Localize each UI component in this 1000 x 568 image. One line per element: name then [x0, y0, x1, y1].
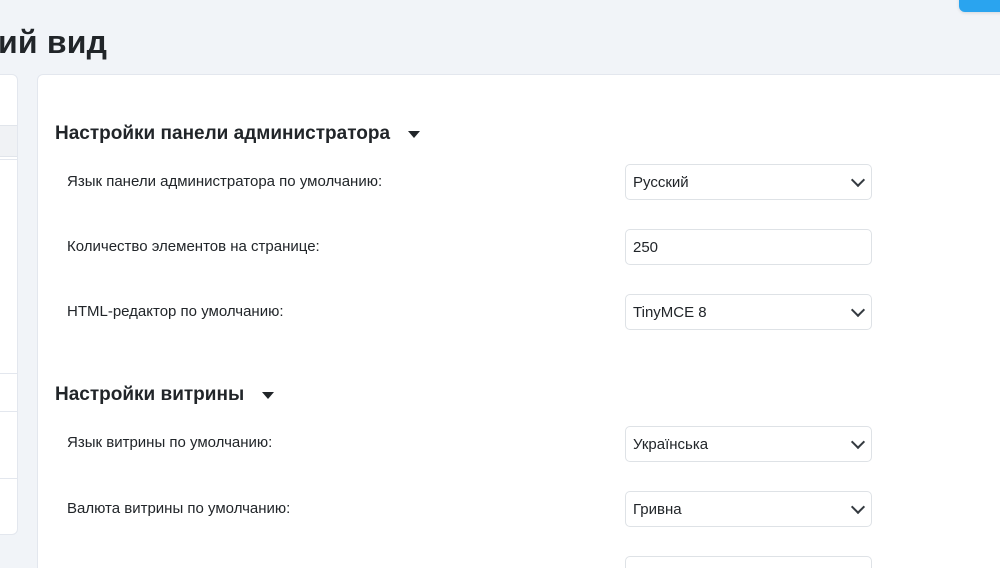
section-title-storefront: Настройки витрины: [55, 384, 245, 405]
storefront-language-value: Українська: [633, 435, 709, 453]
page: ий вид Настройки панели администратора Я…: [0, 0, 1000, 568]
sidebar-divider: [0, 411, 17, 412]
caret-down-icon[interactable]: [262, 391, 275, 399]
next-setting-control[interactable]: [625, 556, 872, 568]
admin-language-value: Русский: [633, 173, 689, 191]
sidebar-divider: [0, 373, 17, 374]
html-editor-value: TinyMCE 8: [633, 303, 707, 321]
chevron-down-icon: [850, 172, 866, 187]
page-title: ий вид: [0, 24, 108, 60]
section-storefront: Настройки витрины: [55, 382, 275, 408]
chevron-down-icon: [850, 499, 866, 514]
storefront-currency-select[interactable]: Гривна: [625, 491, 872, 527]
sidebar-divider: [0, 159, 17, 160]
top-right-action-button[interactable]: [959, 0, 1000, 12]
admin-language-select[interactable]: Русский: [625, 164, 872, 200]
storefront-language-label: Язык витрины по умолчанию:: [67, 434, 273, 451]
chevron-down-icon: [850, 302, 866, 317]
items-per-page-input[interactable]: [633, 238, 871, 256]
storefront-currency-value: Гривна: [633, 500, 682, 518]
html-editor-label: HTML-редактор по умолчанию:: [67, 303, 284, 320]
section-admin-panel: Настройки панели администратора: [55, 121, 421, 147]
caret-down-icon[interactable]: [408, 130, 421, 138]
section-title-admin: Настройки панели администратора: [55, 123, 391, 144]
html-editor-select[interactable]: TinyMCE 8: [625, 294, 872, 330]
settings-card: Настройки панели администратора Язык пан…: [37, 74, 1000, 568]
sidebar-divider: [0, 478, 17, 479]
storefront-language-select[interactable]: Українська: [625, 426, 872, 462]
left-sidebar-panel: [0, 74, 18, 535]
storefront-currency-label: Валюта витрины по умолчанию:: [67, 500, 291, 517]
chevron-down-icon: [850, 434, 866, 449]
admin-language-label: Язык панели администратора по умолчанию:: [67, 173, 383, 190]
items-per-page-label: Количество элементов на странице:: [67, 238, 320, 255]
sidebar-item-active[interactable]: [0, 125, 17, 157]
items-per-page-field[interactable]: [625, 229, 872, 265]
